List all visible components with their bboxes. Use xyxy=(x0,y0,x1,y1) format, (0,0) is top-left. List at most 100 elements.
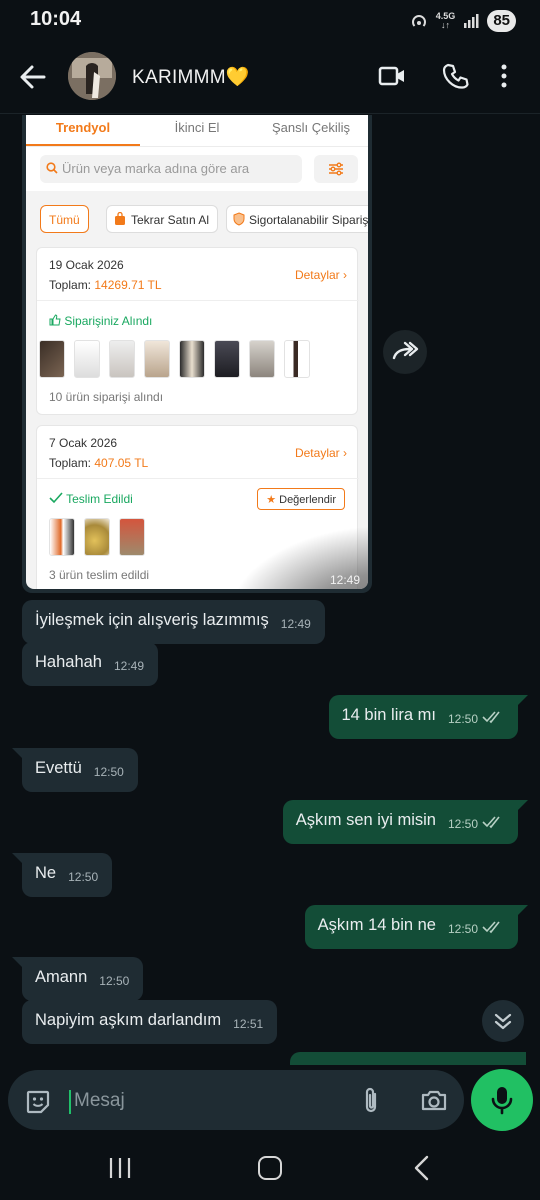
message-time: 12:51 xyxy=(233,1017,264,1031)
message-text: Amann xyxy=(35,968,88,986)
product-thumbnail xyxy=(119,518,145,556)
filter-icon xyxy=(329,162,343,176)
screenshot-tab: İkinci El xyxy=(174,120,220,135)
product-thumbnail xyxy=(49,518,75,556)
message-input[interactable]: Mesaj xyxy=(8,1070,464,1130)
order-note: 3 ürün teslim edildi xyxy=(49,568,150,582)
video-call-icon[interactable] xyxy=(378,64,406,88)
attach-icon[interactable] xyxy=(360,1086,382,1116)
order-card: 19 Ocak 2026 Toplam: 14269.71 TL Detayla… xyxy=(36,247,359,415)
forward-icon xyxy=(392,341,419,360)
rate-label: Değerlendir xyxy=(279,494,336,506)
order-thumbnails xyxy=(49,518,145,558)
product-thumbnail xyxy=(214,340,240,378)
recent-apps-icon[interactable] xyxy=(108,1157,132,1179)
product-thumbnail xyxy=(39,340,65,378)
incoming-message[interactable]: Ne 12:50 xyxy=(22,853,113,897)
chip-all: Tümü xyxy=(40,205,89,233)
incoming-message[interactable]: Hahahah 12:49 xyxy=(22,642,159,686)
composer-bar: Mesaj xyxy=(0,1065,540,1137)
screenshot-tab: Trendyol xyxy=(26,115,140,146)
scroll-to-bottom-button[interactable] xyxy=(482,1000,524,1042)
order-total: Toplam: 407.05 TL xyxy=(49,456,148,470)
screenshot-search-box: Ürün veya marka adına göre ara xyxy=(40,155,302,183)
read-receipt-icon xyxy=(482,711,500,724)
camera-icon[interactable] xyxy=(420,1088,448,1112)
total-label: Toplam: xyxy=(49,278,92,292)
card-divider xyxy=(37,478,359,479)
details-label: Detaylar xyxy=(294,446,340,460)
forward-button[interactable] xyxy=(383,330,427,374)
order-total: Toplam: 14269.71 TL xyxy=(49,278,162,292)
chip-label: Tekrar Satın Al xyxy=(131,213,210,227)
message-text: İyileşmek için alışveriş lazımmış xyxy=(35,611,269,629)
read-receipt-icon xyxy=(482,816,500,829)
product-thumbnail xyxy=(249,340,275,378)
outgoing-message[interactable]: Aşkım sen iyi misin 12:50 xyxy=(282,800,518,844)
status-label: Teslim Edildi xyxy=(66,492,133,506)
incoming-message[interactable]: Napiyim aşkım darlandım 12:51 xyxy=(22,1000,278,1044)
order-details-link: Detaylar › xyxy=(294,268,347,282)
outgoing-message[interactable]: 14 bin lira mı 12:50 xyxy=(328,695,518,739)
sticker-icon[interactable] xyxy=(24,1088,52,1116)
product-thumbnail xyxy=(179,340,205,378)
system-navigation-bar xyxy=(0,1137,540,1200)
double-chevron-down-icon xyxy=(494,1013,512,1030)
star-icon: ★ xyxy=(266,494,277,506)
status-time: 10:04 xyxy=(30,8,82,30)
message-time: 12:49 xyxy=(280,617,311,631)
home-icon[interactable] xyxy=(258,1156,282,1180)
chat-header: KARIMMM💛 xyxy=(0,42,540,114)
outgoing-message[interactable]: Aşkım 14 bin ne 12:50 xyxy=(304,905,518,949)
message-time: 12:50 xyxy=(447,922,478,936)
total-amount: 407.05 TL xyxy=(94,456,149,470)
signal-icon xyxy=(464,14,479,28)
shield-icon xyxy=(233,212,245,226)
back-arrow-icon[interactable] xyxy=(18,62,46,92)
order-date: 19 Ocak 2026 xyxy=(49,258,124,272)
more-options-icon[interactable] xyxy=(500,64,508,88)
filter-button xyxy=(314,155,358,183)
rate-button: ★ Değerlendir xyxy=(257,488,345,510)
message-time: 12:50 xyxy=(68,870,99,884)
chat-area[interactable]: Trendyol İkinci El Şanslı Çekiliş Ürün v… xyxy=(0,115,540,1065)
shared-screenshot[interactable]: Trendyol İkinci El Şanslı Çekiliş Ürün v… xyxy=(26,115,368,589)
check-icon xyxy=(49,492,63,504)
screenshot-search-row: Ürün veya marka adına göre ara xyxy=(26,147,368,191)
chip-label: Sigortalanabilir Siparişl xyxy=(249,213,368,227)
voice-call-icon[interactable] xyxy=(442,62,470,90)
message-time: 12:50 xyxy=(447,817,478,831)
card-divider xyxy=(37,300,359,301)
hotspot-icon xyxy=(411,15,426,27)
order-status: Teslim Edildi xyxy=(49,492,133,506)
message-text: Hahahah xyxy=(35,653,102,671)
message-placeholder: Mesaj xyxy=(74,1090,125,1111)
microphone-icon xyxy=(491,1087,513,1115)
incoming-message[interactable]: Amann 12:50 xyxy=(22,957,144,1001)
search-icon xyxy=(46,162,58,174)
product-thumbnail xyxy=(84,518,110,556)
chip-insurable: Sigortalanabilir Siparişl xyxy=(226,205,368,233)
voice-message-button[interactable] xyxy=(471,1069,533,1131)
message-time: 12:49 xyxy=(329,573,360,587)
incoming-message[interactable]: Evettü 12:50 xyxy=(22,748,138,792)
incoming-message[interactable]: İyileşmek için alışveriş lazımmış 12:49 xyxy=(22,600,325,644)
status-label: Siparişiniz Alındı xyxy=(64,314,153,328)
search-placeholder: Ürün veya marka adına göre ara xyxy=(62,161,250,176)
back-nav-icon[interactable] xyxy=(412,1155,432,1181)
battery-indicator: 85 xyxy=(487,10,516,32)
product-thumbnail xyxy=(74,340,100,378)
message-text: Napiyim aşkım darlandım xyxy=(35,1011,222,1029)
product-thumbnail xyxy=(284,340,310,378)
network-type: 4.5G ↓↑ xyxy=(435,11,456,30)
order-status: Siparişiniz Alındı xyxy=(49,314,152,328)
details-label: Detaylar xyxy=(294,268,340,282)
contact-name[interactable]: KARIMMM💛 xyxy=(132,65,250,89)
message-text: Aşkım sen iyi misin xyxy=(295,811,436,829)
bubble-tail xyxy=(12,957,22,967)
product-thumbnail xyxy=(109,340,135,378)
outgoing-message-partial xyxy=(290,1052,526,1065)
thumbs-up-icon xyxy=(49,314,61,326)
contact-avatar[interactable] xyxy=(68,52,116,100)
image-message[interactable]: Trendyol İkinci El Şanslı Çekiliş Ürün v… xyxy=(22,115,372,593)
